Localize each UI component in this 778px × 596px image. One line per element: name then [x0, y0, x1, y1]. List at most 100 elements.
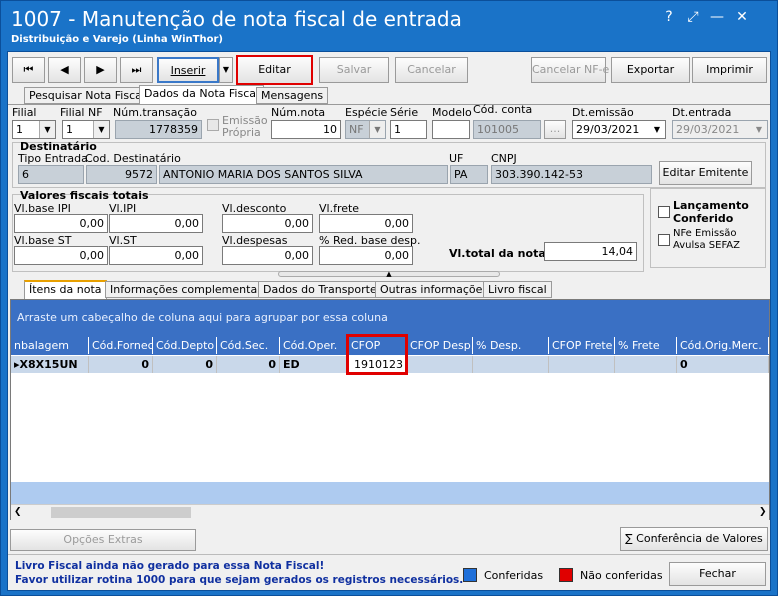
red-base-desp-field[interactable]: 0,00 — [319, 246, 413, 265]
col-header-cod-fornec[interactable]: Cód.Fornec. — [89, 337, 153, 354]
col-header-pct-desp[interactable]: % Desp. — [473, 337, 549, 354]
cell-cod-oper[interactable]: ED — [280, 356, 348, 373]
col-header-embalagem[interactable]: nbalagem — [11, 337, 89, 354]
cfop-highlight — [346, 334, 408, 375]
cnpj-label: CNPJ — [491, 152, 517, 165]
cell-cod-orig-merc[interactable]: 0 — [677, 356, 769, 373]
modelo-label: Modelo — [432, 106, 472, 119]
next-record-button[interactable]: ▶ — [84, 57, 117, 83]
splitter-grip-icon[interactable]: ▲ — [278, 271, 500, 278]
fechar-button[interactable]: Fechar — [669, 562, 766, 586]
num-nota-label: Núm.nota — [271, 106, 326, 119]
client-area: ⏮ ◀ ▶ ⏭ Inserir ▼ Editar Salvar Cancelar… — [7, 51, 771, 591]
cell-cfop-desp[interactable] — [407, 356, 473, 373]
num-transacao-label: Núm.transação — [113, 106, 197, 119]
tab-outras-informacoes[interactable]: Outras informações — [375, 281, 494, 298]
resize-icon[interactable]: ⤢ — [683, 7, 703, 27]
cod-conta-field: 101005 — [473, 120, 541, 139]
title-bar: 1007 - Manutenção de nota fiscal de entr… — [1, 1, 777, 51]
scroll-right-icon[interactable]: ❯ — [759, 505, 767, 520]
col-header-pct-frete[interactable]: % Frete — [615, 337, 677, 354]
exportar-button[interactable]: Exportar — [611, 57, 690, 83]
especie-label: Espécie — [345, 106, 388, 119]
window-subtitle: Distribuição e Varejo (Linha WinThor) — [11, 34, 223, 45]
cell-pct-desp[interactable] — [473, 356, 549, 373]
first-record-button[interactable]: ⏮ — [12, 57, 45, 83]
col-header-cod-oper[interactable]: Cód.Oper. — [280, 337, 348, 354]
col-header-cod-sec[interactable]: Cód.Sec. — [217, 337, 280, 354]
col-header-cfop-desp[interactable]: CFOP Desp. — [407, 337, 473, 354]
tab-informacoes-complementares[interactable]: Informações complementares — [105, 281, 279, 298]
serie-label: Série — [390, 106, 419, 119]
dt-emissao-label: Dt.emissão — [572, 106, 634, 119]
cnpj-field: 303.390.142-53 — [491, 165, 652, 184]
imprimir-button[interactable]: Imprimir — [692, 57, 767, 83]
conferencia-valores-button[interactable]: ∑ Conferência de Valores — [620, 527, 768, 551]
filial-nf-select[interactable]: 1 ▼ — [62, 120, 110, 139]
cell-cod-sec[interactable]: 0 — [217, 356, 280, 373]
chevron-down-icon: ▼ — [39, 121, 55, 138]
application-window: 1007 - Manutenção de nota fiscal de entr… — [0, 0, 778, 596]
cell-embalagem: ▸X8X15UN — [11, 356, 89, 373]
modelo-field[interactable] — [432, 120, 470, 139]
opcoes-extras-button[interactable]: Opções Extras — [10, 529, 196, 551]
col-header-cod-orig-merc[interactable]: Cód.Orig.Merc. — [677, 337, 769, 354]
conferidas-swatch — [463, 568, 477, 582]
especie-select[interactable]: NF ▼ — [345, 120, 386, 139]
horizontal-scrollbar[interactable]: ❮ ❯ — [11, 504, 769, 520]
cancelar-nfe-button[interactable]: Cancelar NF-e — [531, 57, 609, 83]
tab-itens-nota[interactable]: Ítens da nota — [24, 280, 107, 299]
cod-destinatario-field: 9572 — [86, 165, 157, 184]
nfe-avulsa-checkbox[interactable] — [658, 234, 670, 246]
cell-pct-frete[interactable] — [615, 356, 677, 373]
help-icon[interactable]: ? — [659, 7, 679, 27]
tab-mensagens[interactable]: Mensagens — [256, 87, 329, 104]
col-header-cod-depto[interactable]: Cód.Depto — [153, 337, 217, 354]
editar-button[interactable]: Editar — [236, 55, 313, 85]
prev-record-button[interactable]: ◀ — [48, 57, 81, 83]
scroll-left-icon[interactable]: ❮ — [14, 505, 22, 520]
tab-dados-nota[interactable]: Dados da Nota Fiscal — [139, 85, 265, 104]
vl-desconto-field[interactable]: 0,00 — [222, 214, 313, 233]
last-record-button[interactable]: ⏭ — [120, 57, 153, 83]
emissao-propria-label: Emissão Própria — [222, 114, 268, 139]
chevron-down-icon: ▼ — [93, 121, 109, 138]
cell-cod-fornec[interactable]: 0 — [89, 356, 153, 373]
cell-cod-depto[interactable]: 0 — [153, 356, 217, 373]
col-header-cfop-frete[interactable]: CFOP Frete — [549, 337, 615, 354]
cell-cfop-frete[interactable] — [549, 356, 615, 373]
dt-emissao-field[interactable]: 29/03/2021 ▼ — [572, 120, 666, 139]
vl-st-field[interactable]: 0,00 — [109, 246, 203, 265]
uf-field: PA — [450, 165, 488, 184]
num-nota-field[interactable]: 10 — [271, 120, 341, 139]
inserir-button[interactable]: Inserir — [157, 57, 219, 83]
nao-conferidas-legend: Não conferidas — [580, 569, 663, 582]
salvar-button[interactable]: Salvar — [319, 57, 389, 83]
serie-field[interactable]: 1 — [390, 120, 427, 139]
cod-conta-lookup-button[interactable]: ... — [544, 120, 566, 139]
close-icon[interactable]: ✕ — [732, 7, 752, 27]
tab-pesquisar-nota[interactable]: Pesquisar Nota Fiscal — [24, 87, 150, 104]
minimize-icon[interactable]: — — [707, 7, 727, 27]
inserir-dropdown-icon[interactable]: ▼ — [219, 57, 233, 83]
chevron-down-icon: ▼ — [649, 121, 665, 138]
emissao-propria-checkbox[interactable] — [207, 119, 219, 131]
group-by-panel[interactable]: Arraste um cabeçalho de coluna aqui para… — [11, 300, 769, 337]
nfe-avulsa-label: NFe Emissão Avulsa SEFAZ — [673, 228, 740, 251]
cod-conta-label: Cód. conta — [473, 103, 533, 116]
filial-nf-label: Filial NF — [60, 106, 103, 119]
lancamento-conferido-checkbox[interactable] — [658, 206, 670, 218]
tab-dados-transporte[interactable]: Dados do Transporte — [258, 281, 382, 298]
filial-select[interactable]: 1 ▼ — [12, 120, 56, 139]
vl-base-ipi-field[interactable]: 0,00 — [14, 214, 108, 233]
cancelar-button[interactable]: Cancelar — [395, 57, 468, 83]
vl-despesas-field[interactable]: 0,00 — [222, 246, 313, 265]
vl-total-field[interactable]: 14,04 — [544, 242, 637, 261]
scrollbar-thumb[interactable] — [51, 507, 191, 518]
vl-frete-field[interactable]: 0,00 — [319, 214, 413, 233]
vl-base-st-field[interactable]: 0,00 — [14, 246, 108, 265]
valores-title: Valores fiscais totais — [20, 189, 149, 202]
vl-ipi-field[interactable]: 0,00 — [109, 214, 203, 233]
tab-livro-fiscal[interactable]: Livro fiscal — [483, 281, 552, 298]
editar-emitente-button[interactable]: Editar Emitente — [659, 161, 752, 185]
